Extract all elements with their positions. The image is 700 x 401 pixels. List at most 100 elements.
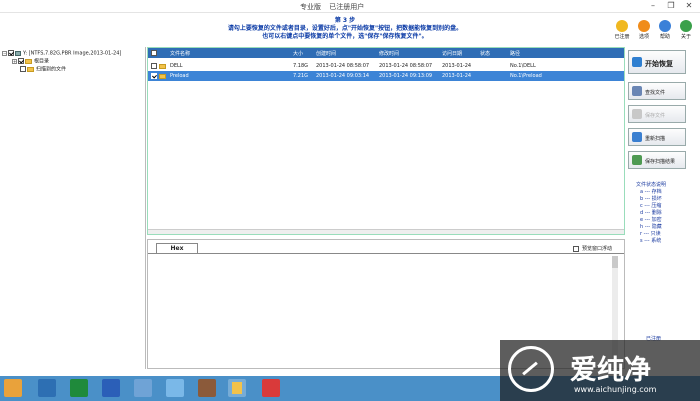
table-row[interactable]: DELL 7.18G 2013-01-24 08:58:07 2013-01-2… xyxy=(148,61,624,71)
excel-icon[interactable] xyxy=(70,379,88,397)
start-recovery-label: 开始恢复 xyxy=(645,60,673,68)
media-icon[interactable] xyxy=(198,379,216,397)
register-button[interactable]: 已注册 xyxy=(612,20,632,40)
recovery-app-glyph xyxy=(232,382,242,394)
recover-icon xyxy=(632,57,642,67)
help-label: 帮助 xyxy=(659,34,670,40)
drive-icon xyxy=(15,50,21,56)
column-modified[interactable]: 修改时间 xyxy=(379,50,399,57)
table-row[interactable]: Preload 7.21G 2013-01-24 09:03:14 2013-0… xyxy=(148,71,624,81)
about-button[interactable]: 关于 xyxy=(676,20,696,40)
drive-checkbox[interactable] xyxy=(8,50,14,56)
save-file-button[interactable]: 保存文件 xyxy=(628,105,686,123)
preview-float-label: 预览窗口浮动 xyxy=(581,246,612,252)
scanned-label: 扫描到的文件 xyxy=(36,66,67,73)
browser-icon[interactable] xyxy=(38,379,56,397)
save-file-icon xyxy=(632,109,642,119)
network-icon[interactable] xyxy=(134,379,152,397)
word-icon[interactable] xyxy=(102,379,120,397)
rescan-button[interactable]: 重新扫描 xyxy=(628,128,686,146)
tree-scanned-node[interactable]: 扫描到的文件 xyxy=(20,66,66,73)
file-explorer-icon[interactable] xyxy=(4,379,22,397)
legend-item: a --- 存档 xyxy=(640,189,662,195)
options-button[interactable]: 选项 xyxy=(634,20,654,40)
find-file-button[interactable]: 查找文件 xyxy=(628,82,686,100)
cell-accessed: 2013-01-24 xyxy=(442,73,472,79)
tree-drive-node[interactable]: − Y: [NTFS,7.82G,PBR Image,2013-01-24] xyxy=(2,50,121,57)
preview-float-option[interactable]: 预览窗口浮动 xyxy=(573,245,612,252)
folder-icon xyxy=(27,66,34,72)
red-cross-icon[interactable] xyxy=(262,379,280,397)
legend-item: b --- 损坏 xyxy=(640,196,662,202)
cell-modified: 2013-01-24 09:13:09 xyxy=(379,73,433,79)
options-label: 选项 xyxy=(638,34,649,40)
step-label: 第 3 步 xyxy=(334,17,356,24)
rescan-label: 重新扫描 xyxy=(645,136,666,142)
edition-label: 专业版 xyxy=(300,3,321,11)
expand-icon[interactable]: + xyxy=(12,58,17,64)
register-label: 已注册 xyxy=(614,34,630,40)
file-list[interactable]: 文件名称 大小 创建时间 修改时间 访问日期 状态 路径 DELL 7.18G … xyxy=(147,47,625,235)
cell-path: No.1\DELL xyxy=(510,63,536,69)
row-checkbox[interactable] xyxy=(151,73,157,79)
column-size[interactable]: 大小 xyxy=(293,50,303,57)
folder-icon xyxy=(159,64,166,69)
cell-path: No.1\Preload xyxy=(510,73,542,79)
folder-icon xyxy=(159,74,166,79)
title-bar: 专业版 已注册用户 – ❐ ✕ xyxy=(0,0,700,13)
column-name[interactable]: 文件名称 xyxy=(170,50,190,57)
maximize-icon[interactable]: ❐ xyxy=(664,1,678,11)
horizontal-scrollbar[interactable] xyxy=(148,229,624,234)
minimize-icon[interactable]: – xyxy=(646,1,660,11)
row-checkbox[interactable] xyxy=(151,63,157,69)
watermark: 爱纯净 www.aichunjing.com xyxy=(500,340,700,401)
register-icon xyxy=(616,20,628,32)
instruction-banner: 第 3 步 请勾上要恢复的文件或者目录，设置好后，点"开始恢复"按钮，把数据能恢… xyxy=(150,17,540,41)
legend-item: e --- 加密 xyxy=(640,217,662,223)
scrollbar-thumb[interactable] xyxy=(612,256,618,268)
tab-divider xyxy=(148,253,624,254)
column-created[interactable]: 创建时间 xyxy=(316,50,336,57)
watermark-url: www.aichunjing.com xyxy=(574,385,657,394)
cell-name: Preload xyxy=(170,73,189,79)
folder-tree[interactable]: − Y: [NTFS,7.82G,PBR Image,2013-01-24] + 根… xyxy=(0,47,146,369)
save-scan-icon xyxy=(632,155,642,165)
drive-label: Y: [NTFS,7.82G,PBR Image,2013-01-24] xyxy=(23,50,122,57)
cell-size: 7.18G xyxy=(293,63,309,69)
preview-float-checkbox[interactable] xyxy=(573,245,580,252)
start-recovery-button[interactable]: 开始恢复 xyxy=(628,50,686,74)
about-icon xyxy=(680,20,692,32)
save-scan-result-button[interactable]: 保存扫描结果 xyxy=(628,151,686,169)
help-button[interactable]: 帮助 xyxy=(655,20,675,40)
cell-size: 7.21G xyxy=(293,73,309,79)
file-list-header: 文件名称 大小 创建时间 修改时间 访问日期 状态 路径 xyxy=(148,48,624,58)
root-checkbox[interactable] xyxy=(18,58,24,64)
folder-icon xyxy=(25,58,32,64)
legend-item: d --- 删除 xyxy=(640,210,662,216)
find-file-label: 查找文件 xyxy=(645,90,666,96)
cell-created: 2013-01-24 09:03:14 xyxy=(316,73,370,79)
close-icon[interactable]: ✕ xyxy=(682,1,696,11)
about-label: 关于 xyxy=(680,34,691,40)
scanned-checkbox[interactable] xyxy=(20,66,26,72)
column-status[interactable]: 状态 xyxy=(480,50,490,57)
window-title: 专业版 已注册用户 xyxy=(300,2,370,12)
column-path[interactable]: 路径 xyxy=(510,50,520,57)
tree-root-node[interactable]: + 根目录 xyxy=(12,58,49,65)
legend-item: r --- 只读 xyxy=(640,231,661,237)
legend-item: s --- 系统 xyxy=(640,238,662,244)
top-toolbar: 已注册 选项 帮助 关于 xyxy=(612,20,696,42)
watermark-text: 爱纯净 xyxy=(570,355,651,386)
cell-modified: 2013-01-24 08:58:07 xyxy=(379,63,433,69)
find-icon xyxy=(632,86,642,96)
airplane-icon[interactable] xyxy=(166,379,184,397)
root-label: 根目录 xyxy=(34,58,50,65)
column-accessed[interactable]: 访问日期 xyxy=(442,50,462,57)
instruction-line-2: 也可以右键点中要恢复的单个文件，选"保存"保存恢复文件"。 xyxy=(262,33,428,40)
options-icon xyxy=(638,20,650,32)
plus-icon xyxy=(632,132,642,142)
select-all-checkbox[interactable] xyxy=(151,50,157,56)
recovery-app-icon[interactable] xyxy=(228,379,246,397)
collapse-icon[interactable]: − xyxy=(2,50,7,56)
file-status-legend: 文件状态说明 a --- 存档 b --- 损坏 c --- 压缩 d --- … xyxy=(636,182,698,245)
